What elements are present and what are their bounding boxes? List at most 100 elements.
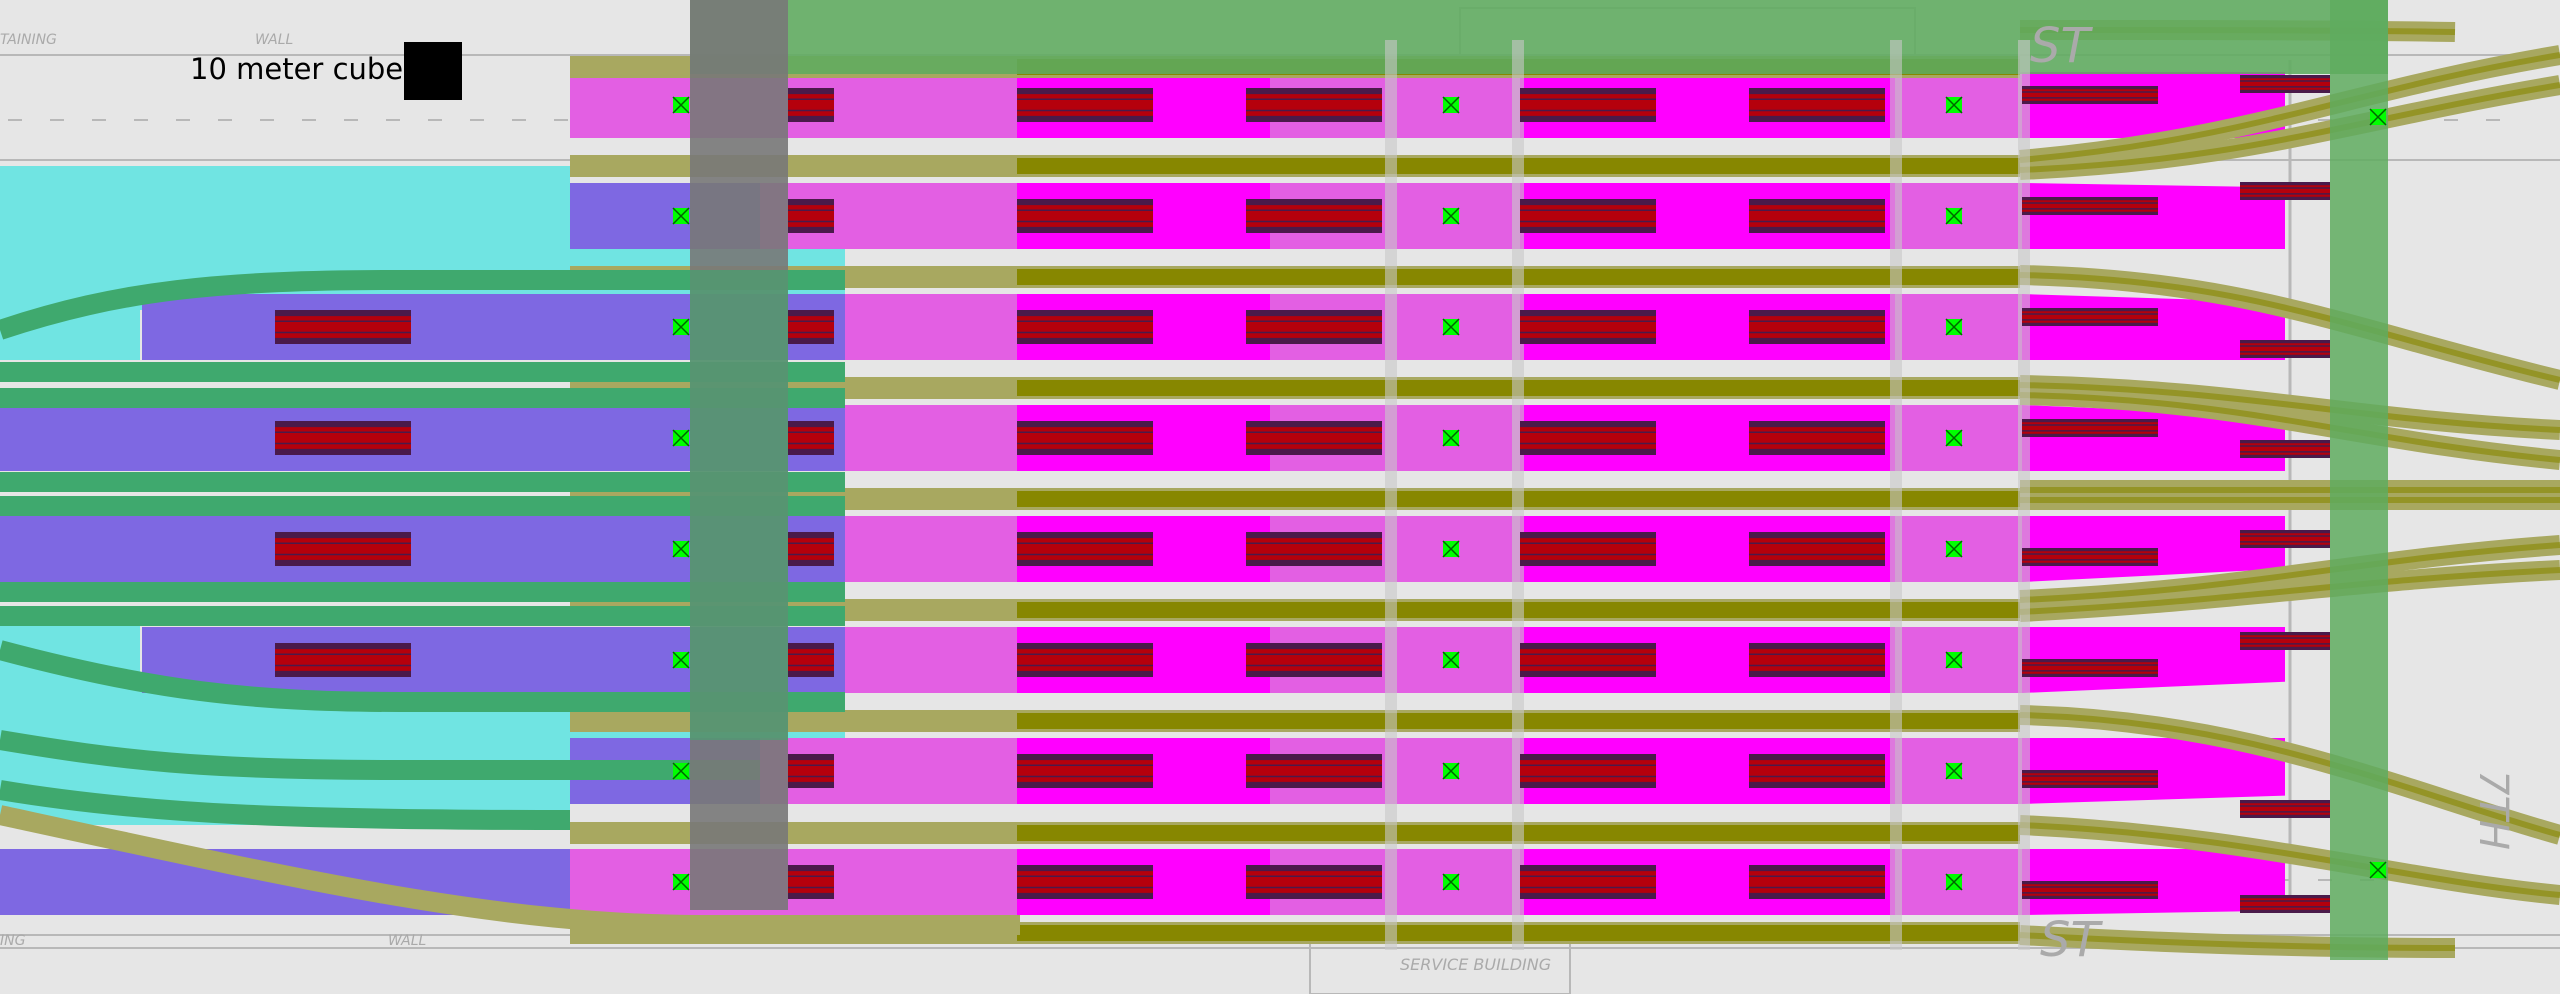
column-marker-icon [1945, 762, 1963, 780]
train-car [2240, 340, 2330, 358]
column-marker-icon [672, 873, 690, 891]
train-car [2022, 770, 2158, 788]
column-marker-icon [1945, 873, 1963, 891]
train-car [2240, 440, 2330, 458]
train-car [1749, 199, 1885, 233]
train-car-fill [2240, 78, 2330, 90]
train-car [788, 754, 834, 788]
overlay-column-strip [1890, 40, 1902, 950]
train-car-fill [2022, 773, 2158, 785]
overlay-column-strip [1512, 40, 1524, 950]
train-car [275, 532, 411, 566]
column-marker-icon [1945, 96, 1963, 114]
train-car-fill [1520, 538, 1656, 560]
train-car [2022, 419, 2158, 437]
column-marker-icon [2369, 108, 2387, 126]
train-car-fill [275, 427, 411, 449]
train-car [1246, 643, 1382, 677]
platform-section [845, 405, 1017, 471]
train-car [788, 88, 834, 122]
train-car [2022, 881, 2158, 899]
train-car-fill [2240, 898, 2330, 910]
train-car-fill [1246, 649, 1382, 671]
column-marker-icon [1945, 429, 1963, 447]
train-car-fill [1017, 649, 1153, 671]
train-car-fill [2240, 533, 2330, 545]
train-car [1749, 88, 1885, 122]
plan-label: 7TH [2470, 770, 2516, 850]
train-car [275, 421, 411, 455]
train-car-fill [1017, 760, 1153, 782]
train-car-fill [275, 649, 411, 671]
train-car [788, 643, 834, 677]
column-marker-icon [672, 318, 690, 336]
train-car-fill [788, 760, 834, 782]
train-car-fill [1017, 316, 1153, 338]
column-marker-icon [1945, 540, 1963, 558]
train-car [1246, 532, 1382, 566]
train-car-fill [2240, 635, 2330, 647]
stair-green-overlay [690, 270, 788, 740]
train-car [1520, 88, 1656, 122]
column-marker-icon [1945, 318, 1963, 336]
train-car-fill [788, 538, 834, 560]
column-marker-icon [672, 96, 690, 114]
plan-label: WALL [255, 32, 293, 48]
train-car [2022, 197, 2158, 215]
train-car [1520, 310, 1656, 344]
train-car-fill [1246, 871, 1382, 893]
platform-section [845, 627, 1017, 693]
train-car-fill [1520, 871, 1656, 893]
train-car [1017, 310, 1153, 344]
train-car [1749, 532, 1885, 566]
train-car [788, 532, 834, 566]
train-car-fill [2240, 343, 2330, 355]
train-car [2022, 659, 2158, 677]
train-car-fill [1246, 316, 1382, 338]
train-car-fill [1246, 427, 1382, 449]
train-car [1246, 199, 1382, 233]
train-car [1520, 532, 1656, 566]
train-car-fill [2022, 311, 2158, 323]
train-car-fill [1017, 871, 1153, 893]
train-car-fill [2240, 185, 2330, 197]
train-car [1749, 421, 1885, 455]
train-car [2240, 182, 2330, 200]
column-marker-icon [1442, 651, 1460, 669]
train-car [1246, 88, 1382, 122]
train-car [1749, 643, 1885, 677]
train-car [1520, 865, 1656, 899]
train-car-fill [2022, 551, 2158, 563]
overlay-top-band [690, 0, 2388, 74]
column-marker-icon [1945, 651, 1963, 669]
train-car-fill [1246, 94, 1382, 116]
train-car-fill [788, 94, 834, 116]
plan-label: TAINING [0, 32, 57, 48]
train-car-fill [788, 649, 834, 671]
column-marker-icon [1442, 540, 1460, 558]
plan-label: WALL [388, 933, 426, 949]
plan-label: SERVICE BUILDING [1400, 955, 1551, 974]
train-car-fill [788, 427, 834, 449]
column-marker-icon [1442, 873, 1460, 891]
train-car [275, 643, 411, 677]
train-car [2022, 548, 2158, 566]
column-marker-icon [1442, 96, 1460, 114]
train-car [1520, 421, 1656, 455]
platform-section [845, 294, 1017, 360]
train-car-fill [1520, 760, 1656, 782]
train-car-fill [1520, 649, 1656, 671]
train-car-fill [788, 871, 834, 893]
platform-section [845, 516, 1017, 582]
train-car-fill [1246, 205, 1382, 227]
train-car [2022, 308, 2158, 326]
train-car-fill [1017, 205, 1153, 227]
train-car [788, 310, 834, 344]
train-car-fill [788, 205, 834, 227]
train-car [1017, 88, 1153, 122]
column-marker-icon [2369, 861, 2387, 879]
train-car [2240, 895, 2330, 913]
train-car-fill [1749, 649, 1885, 671]
train-car [1246, 754, 1382, 788]
plan-label: ST [2040, 912, 2103, 968]
